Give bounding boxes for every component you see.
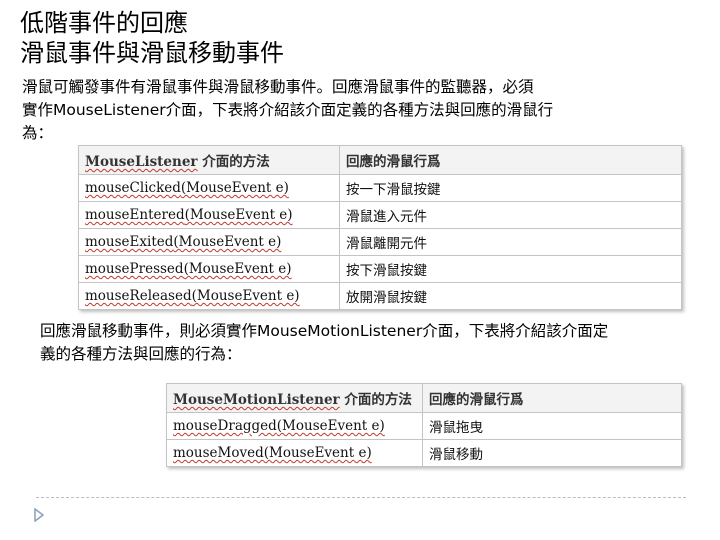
method-name: mouseClicked	[85, 180, 181, 196]
motion-line-1: 回應滑鼠移動事件，則必須實作MouseMotionListener介面，下表將介…	[40, 322, 609, 340]
header-method: MouseMotionListener 介面的方法	[166, 383, 423, 413]
header-method: MouseListener 介面的方法	[78, 145, 340, 175]
method-param: (MouseEvent e)	[173, 234, 282, 250]
action-cell: 按一下滑鼠按鍵	[339, 174, 682, 202]
method-name: mouseReleased	[85, 288, 192, 304]
table-header-row: MouseListener 介面的方法 回應的滑鼠行爲	[78, 145, 682, 175]
slide-title: 低階事件的回應 滑鼠事件與滑鼠移動事件	[20, 8, 284, 68]
intro-line-3: 為：	[22, 124, 54, 142]
mouse-listener-table: MouseListener 介面的方法 回應的滑鼠行爲 mouseClicked…	[78, 145, 682, 310]
header-action: 回應的滑鼠行爲	[339, 145, 682, 175]
table-row: mouseDragged(MouseEvent e) 滑鼠拖曳	[166, 412, 682, 440]
action-cell: 滑鼠移動	[422, 439, 682, 467]
title-line-2: 滑鼠事件與滑鼠移動事件	[20, 39, 284, 67]
method-param: (MouseEvent e)	[276, 418, 385, 434]
motion-paragraph: 回應滑鼠移動事件，則必須實作MouseMotionListener介面，下表將介…	[40, 320, 700, 366]
method-cell: mouseClicked(MouseEvent e)	[78, 174, 340, 202]
method-name: mousePressed	[85, 261, 184, 277]
header-interface-name: MouseMotionListener	[173, 392, 340, 408]
method-cell: mousePressed(MouseEvent e)	[78, 255, 340, 283]
method-cell: mouseMoved(MouseEvent e)	[166, 439, 423, 467]
table-row: mouseMoved(MouseEvent e) 滑鼠移動	[166, 439, 682, 467]
action-cell: 按下滑鼠按鍵	[339, 255, 682, 283]
table-header-row: MouseMotionListener 介面的方法 回應的滑鼠行爲	[166, 383, 682, 413]
table-row: mouseReleased(MouseEvent e) 放開滑鼠按鍵	[78, 282, 682, 310]
table-row: mouseExited(MouseEvent e) 滑鼠離開元件	[78, 228, 682, 256]
method-param: (MouseEvent e)	[183, 261, 292, 277]
method-param: (MouseEvent e)	[180, 180, 289, 196]
action-cell: 放開滑鼠按鍵	[339, 282, 682, 310]
motion-line-2: 義的各種方法與回應的行為：	[40, 345, 242, 363]
method-cell: mouseDragged(MouseEvent e)	[166, 412, 423, 440]
table-row: mouseClicked(MouseEvent e) 按一下滑鼠按鍵	[78, 174, 682, 202]
method-cell: mouseReleased(MouseEvent e)	[78, 282, 340, 310]
intro-paragraph: 滑鼠可觸發事件有滑鼠事件與滑鼠移動事件。回應滑鼠事件的監聽器，必須 實作Mous…	[22, 76, 662, 145]
footer-divider	[36, 497, 686, 498]
method-param: (MouseEvent e)	[184, 207, 293, 223]
action-cell: 滑鼠拖曳	[422, 412, 682, 440]
header-suffix: 介面的方法	[197, 154, 270, 170]
method-name: mouseMoved	[173, 445, 264, 461]
table-row: mousePressed(MouseEvent e) 按下滑鼠按鍵	[78, 255, 682, 283]
intro-line-1: 滑鼠可觸發事件有滑鼠事件與滑鼠移動事件。回應滑鼠事件的監聽器，必須	[22, 78, 534, 96]
method-param: (MouseEvent e)	[191, 288, 300, 304]
header-suffix: 介面的方法	[339, 392, 412, 408]
header-action: 回應的滑鼠行爲	[422, 383, 682, 413]
method-cell: mouseExited(MouseEvent e)	[78, 228, 340, 256]
method-name: mouseDragged	[173, 418, 277, 434]
action-cell: 滑鼠進入元件	[339, 201, 682, 229]
title-line-1: 低階事件的回應	[20, 9, 188, 37]
action-cell: 滑鼠離開元件	[339, 228, 682, 256]
intro-line-2: 實作MouseListener介面，下表將介紹該介面定義的各種方法與回應的滑鼠行	[22, 101, 554, 119]
method-name: mouseEntered	[85, 207, 185, 223]
method-name: mouseExited	[85, 234, 174, 250]
header-interface-name: MouseListener	[85, 154, 198, 170]
table-row: mouseEntered(MouseEvent e) 滑鼠進入元件	[78, 201, 682, 229]
method-param: (MouseEvent e)	[263, 445, 372, 461]
method-cell: mouseEntered(MouseEvent e)	[78, 201, 340, 229]
triangle-bullet-icon	[34, 507, 45, 526]
mouse-motion-listener-table: MouseMotionListener 介面的方法 回應的滑鼠行爲 mouseD…	[166, 383, 682, 467]
